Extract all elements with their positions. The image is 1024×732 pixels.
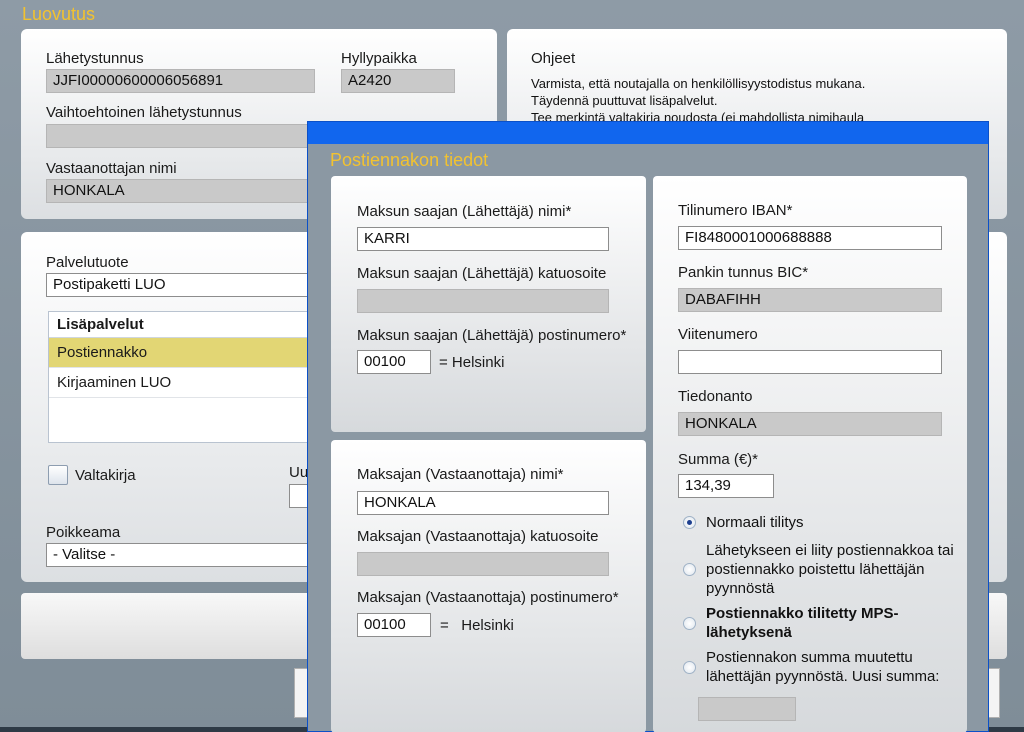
instructions-title: Ohjeet	[531, 50, 576, 67]
addons-header: Lisäpalvelut	[49, 312, 327, 338]
payment-panel: Tilinumero IBAN* FI8480001000688888 Pank…	[653, 176, 967, 732]
product-label: Palvelutuote	[46, 254, 129, 271]
payee-name-field[interactable]: KARRI	[357, 227, 609, 251]
reference-label: Viitenumero	[678, 326, 758, 343]
payer-name-field[interactable]: HONKALA	[357, 491, 609, 515]
payer-zip-field[interactable]: 00100	[357, 613, 431, 637]
payer-city: = Helsinki	[440, 617, 514, 634]
payee-zip-label: Maksun saajan (Lähettäjä) postinumero*	[357, 327, 627, 344]
settlement-radio-normal[interactable]	[683, 516, 696, 529]
recipient-label: Vastaanottajan nimi	[46, 160, 177, 177]
settlement-radio-no-cod[interactable]	[683, 563, 696, 576]
settlement-option-label: Lähetykseen ei liity postiennakkoa tai p…	[706, 542, 954, 597]
payee-name-label: Maksun saajan (Lähettäjä) nimi*	[357, 203, 572, 220]
payee-city: = Helsinki	[439, 354, 505, 371]
iban-label: Tilinumero IBAN*	[678, 202, 793, 219]
payee-street-label: Maksun saajan (Lähettäjä) katuosoite	[357, 265, 607, 282]
instruction-line: Täydennä puuttuvat lisäpalvelut.	[531, 93, 718, 108]
payee-zip-field[interactable]: 00100	[357, 350, 431, 374]
reference-field[interactable]	[678, 350, 942, 374]
payee-panel: Maksun saajan (Lähettäjä) nimi* KARRI Ma…	[331, 176, 646, 432]
shelf-field[interactable]: A2420	[341, 69, 455, 93]
tracking-label: Lähetystunnus	[46, 50, 144, 67]
exception-select[interactable]: - Valitse -	[46, 543, 326, 567]
payer-zip-label: Maksajan (Vastaanottaja) postinumero*	[357, 589, 619, 606]
partial-label: Uu	[289, 464, 309, 481]
exception-label: Poikkeama	[46, 524, 121, 541]
tracking-field[interactable]: JJFI00000600006056891	[46, 69, 315, 93]
proxy-checkbox[interactable]	[48, 465, 68, 485]
settlement-radio-mps[interactable]	[683, 617, 696, 630]
dialog-title: Postiennakon tiedot	[330, 150, 489, 170]
alt-tracking-label: Vaihtoehtoinen lähetystunnus	[46, 104, 242, 121]
settlement-option-label: Normaali tilitys	[706, 514, 804, 531]
iban-field[interactable]: FI8480001000688888	[678, 226, 942, 250]
bic-label: Pankin tunnus BIC*	[678, 264, 809, 281]
cod-dialog: Postiennakon tiedot Maksun saajan (Lähet…	[307, 121, 989, 732]
payee-street-field[interactable]	[357, 289, 609, 313]
settlement-option-label: Postiennakon summa muutettu lähettäjän p…	[706, 649, 940, 685]
list-item[interactable]: Postiennakko	[49, 338, 327, 368]
payer-name-label: Maksajan (Vastaanottaja) nimi*	[357, 466, 564, 483]
product-select[interactable]: Postipaketti LUO	[46, 273, 326, 297]
message-label: Tiedonanto	[678, 388, 753, 405]
addons-list: Lisäpalvelut Postiennakko Kirjaaminen LU…	[48, 311, 328, 443]
page-title: Luovutus	[22, 4, 96, 24]
amount-field[interactable]: 134,39	[678, 474, 774, 498]
shelf-label: Hyllypaikka	[341, 50, 417, 67]
instruction-line: Varmista, että noutajalla on henkilöllis…	[531, 76, 866, 91]
amount-label: Summa (€)*	[678, 451, 759, 468]
payer-street-label: Maksajan (Vastaanottaja) katuosoite	[357, 528, 599, 545]
payer-street-field[interactable]	[357, 552, 609, 576]
dialog-titlebar[interactable]	[308, 122, 988, 144]
settlement-option-label: Postiennakko tilitetty MPS-lähetyksenä	[706, 605, 899, 641]
list-item[interactable]: Kirjaaminen LUO	[49, 368, 327, 398]
new-amount-field[interactable]	[698, 697, 796, 721]
message-field[interactable]: HONKALA	[678, 412, 942, 436]
proxy-label: Valtakirja	[75, 467, 136, 484]
bic-field[interactable]: DABAFIHH	[678, 288, 942, 312]
payer-panel: Maksajan (Vastaanottaja) nimi* HONKALA M…	[331, 440, 646, 732]
settlement-radio-amount-changed[interactable]	[683, 661, 696, 674]
